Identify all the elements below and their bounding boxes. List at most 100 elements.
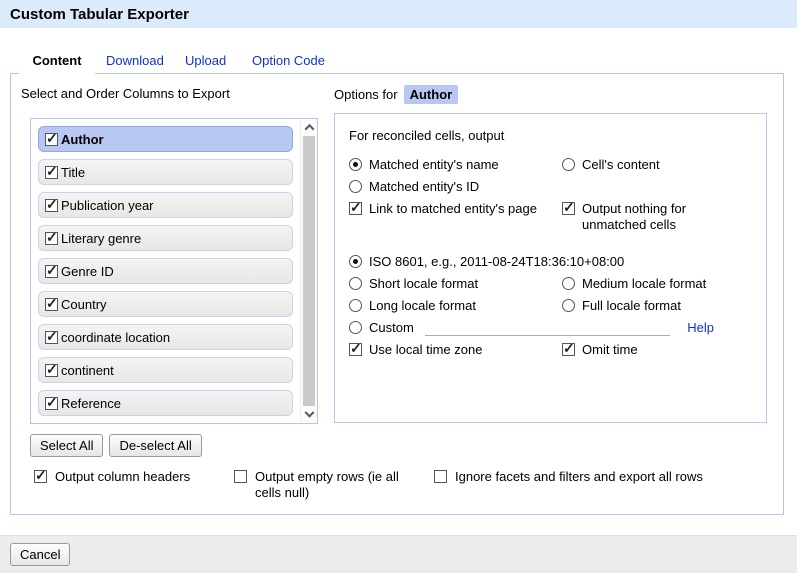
column-label: continent (61, 363, 114, 378)
ignore-facets-checkbox[interactable] (434, 470, 447, 483)
options-panel-box: For reconciled cells, output Matched ent… (334, 113, 767, 423)
checkbox-output-nothing-unmatched[interactable]: Output nothing for unmatched cells (562, 201, 752, 233)
column-item-continent[interactable]: continent (38, 357, 293, 383)
output-empty-rows-option[interactable]: Output empty rows (ie all cells null) (234, 469, 416, 501)
chevron-up-icon (304, 123, 314, 133)
options-column-badge: Author (404, 85, 459, 104)
radio-medium-locale-glyph[interactable] (562, 277, 575, 290)
radio-matched-name[interactable]: Matched entity's name (349, 157, 562, 173)
checkbox-omit-time[interactable]: Omit time (562, 342, 752, 358)
column-checkbox[interactable] (45, 265, 58, 278)
radio-iso-8601-label: ISO 8601, e.g., 2011-08-24T18:36:10+08:0… (369, 254, 624, 270)
cancel-button[interactable]: Cancel (10, 543, 70, 566)
checkbox-output-nothing-unmatched-glyph[interactable] (562, 202, 575, 215)
checkbox-use-local-timezone-label: Use local time zone (369, 342, 482, 358)
radio-matched-id-glyph[interactable] (349, 180, 362, 193)
options-heading-prefix: Options for (334, 87, 398, 102)
radio-full-locale-label: Full locale format (582, 298, 681, 314)
column-label: Genre ID (61, 264, 114, 279)
checkbox-use-local-timezone[interactable]: Use local time zone (349, 342, 562, 358)
radio-long-locale-label: Long locale format (369, 298, 476, 314)
checkbox-omit-time-label: Omit time (582, 342, 638, 358)
radio-cells-content-glyph[interactable] (562, 158, 575, 171)
deselect-all-button[interactable]: De-select All (109, 434, 201, 457)
column-checkbox[interactable] (45, 133, 58, 146)
column-items: Author Title Publication year Literary g… (31, 119, 300, 423)
radio-short-locale-label: Short locale format (369, 276, 478, 292)
radio-cells-content[interactable]: Cell's content (562, 157, 752, 173)
help-link[interactable]: Help (687, 320, 714, 336)
radio-medium-locale[interactable]: Medium locale format (562, 276, 752, 292)
tab-download[interactable]: Download (106, 53, 164, 68)
chevron-down-icon (304, 407, 314, 417)
column-list: Author Title Publication year Literary g… (30, 118, 318, 424)
checkbox-link-matched-page-label: Link to matched entity's page (369, 201, 537, 217)
radio-short-locale[interactable]: Short locale format (349, 276, 562, 292)
scroll-thumb[interactable] (303, 136, 315, 406)
output-empty-rows-label: Output empty rows (ie all cells null) (255, 469, 416, 501)
column-checkbox[interactable] (45, 232, 58, 245)
column-label: Publication year (61, 198, 154, 213)
reconciled-heading: For reconciled cells, output (349, 128, 752, 143)
output-column-headers-checkbox[interactable] (34, 470, 47, 483)
column-label: Reference (61, 396, 121, 411)
column-list-scrollbar[interactable] (300, 119, 317, 423)
column-checkbox[interactable] (45, 397, 58, 410)
scroll-up-button[interactable] (301, 119, 317, 135)
tab-content[interactable]: Content (19, 47, 95, 74)
checkbox-link-matched-page[interactable]: Link to matched entity's page (349, 201, 562, 233)
column-label: coordinate location (61, 330, 170, 345)
ignore-facets-option[interactable]: Ignore facets and filters and export all… (434, 469, 703, 485)
radio-matched-name-glyph[interactable] (349, 158, 362, 171)
column-label: Country (61, 297, 107, 312)
column-label: Title (61, 165, 85, 180)
checkbox-use-local-timezone-glyph[interactable] (349, 343, 362, 356)
column-checkbox[interactable] (45, 364, 58, 377)
custom-format-input[interactable] (425, 320, 670, 336)
column-checkbox[interactable] (45, 166, 58, 179)
radio-long-locale-glyph[interactable] (349, 299, 362, 312)
radio-matched-id[interactable]: Matched entity's ID (349, 179, 562, 195)
columns-heading: Select and Order Columns to Export (21, 86, 230, 101)
dialog-header: Custom Tabular Exporter (0, 0, 797, 28)
radio-short-locale-glyph[interactable] (349, 277, 362, 290)
output-empty-rows-checkbox[interactable] (234, 470, 247, 483)
column-checkbox[interactable] (45, 199, 58, 212)
content-panel: Select and Order Columns to Export Autho… (10, 73, 784, 515)
output-column-headers-option[interactable]: Output column headers (34, 469, 190, 485)
output-column-headers-label: Output column headers (55, 469, 190, 485)
options-heading: Options for Author (334, 85, 458, 104)
checkbox-omit-time-glyph[interactable] (562, 343, 575, 356)
tab-content-label: Content (32, 53, 81, 68)
tab-upload[interactable]: Upload (185, 53, 226, 68)
dialog-title: Custom Tabular Exporter (10, 6, 189, 23)
radio-cells-content-label: Cell's content (582, 157, 660, 173)
tab-option-code[interactable]: Option Code (252, 53, 325, 68)
column-item-publication-year[interactable]: Publication year (38, 192, 293, 218)
column-checkbox[interactable] (45, 331, 58, 344)
radio-full-locale[interactable]: Full locale format (562, 298, 752, 314)
radio-full-locale-glyph[interactable] (562, 299, 575, 312)
radio-matched-id-label: Matched entity's ID (369, 179, 479, 195)
select-all-button[interactable]: Select All (30, 434, 103, 457)
radio-iso-8601[interactable]: ISO 8601, e.g., 2011-08-24T18:36:10+08:0… (349, 254, 752, 270)
radio-custom-label: Custom (369, 320, 414, 336)
column-item-reference[interactable]: Reference (38, 390, 293, 416)
checkbox-link-matched-page-glyph[interactable] (349, 202, 362, 215)
column-item-literary-genre[interactable]: Literary genre (38, 225, 293, 251)
column-item-author[interactable]: Author (38, 126, 293, 152)
radio-medium-locale-label: Medium locale format (582, 276, 706, 292)
radio-matched-name-label: Matched entity's name (369, 157, 499, 173)
checkbox-output-nothing-unmatched-label: Output nothing for unmatched cells (582, 201, 752, 233)
radio-iso-8601-glyph[interactable] (349, 255, 362, 268)
radio-long-locale[interactable]: Long locale format (349, 298, 562, 314)
column-item-coordinate-location[interactable]: coordinate location (38, 324, 293, 350)
scroll-down-button[interactable] (301, 407, 317, 423)
column-checkbox[interactable] (45, 298, 58, 311)
column-label: Author (61, 132, 104, 147)
radio-custom-row[interactable]: Custom Help (349, 320, 752, 336)
column-item-genre-id[interactable]: Genre ID (38, 258, 293, 284)
radio-custom-glyph[interactable] (349, 321, 362, 334)
column-item-title[interactable]: Title (38, 159, 293, 185)
column-item-country[interactable]: Country (38, 291, 293, 317)
